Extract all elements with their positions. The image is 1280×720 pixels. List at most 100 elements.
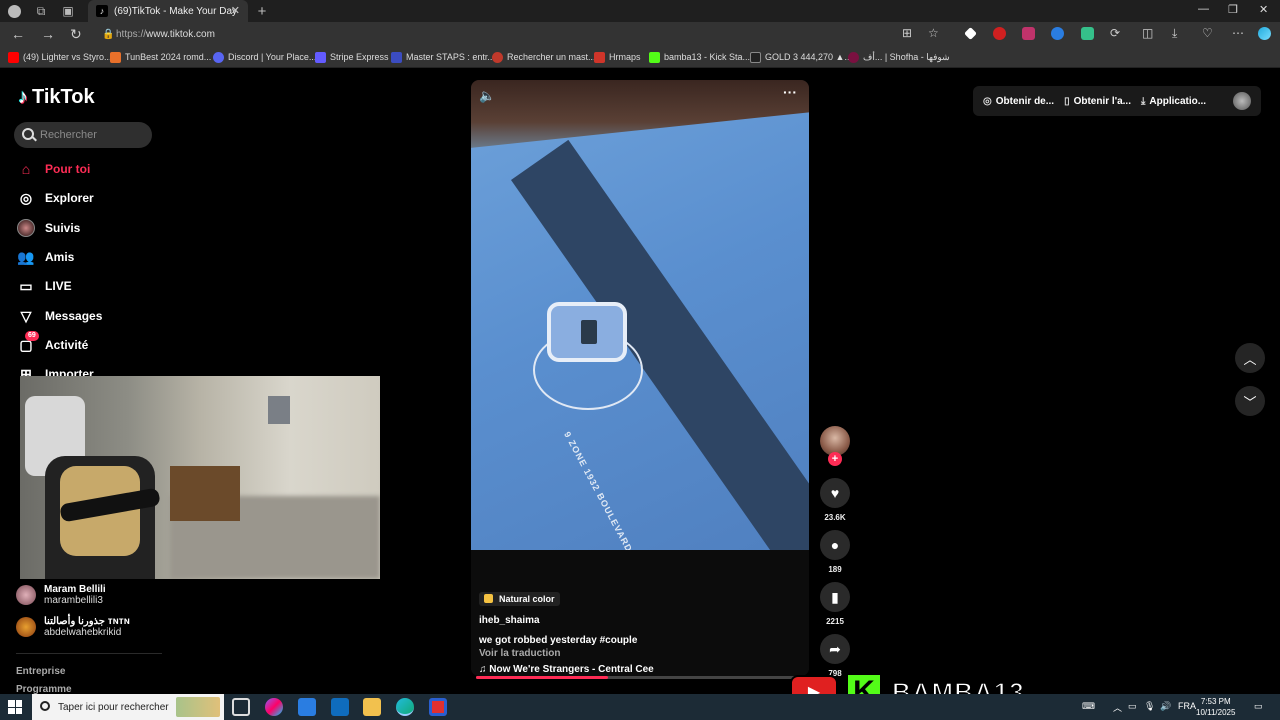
extension-pink-icon[interactable] (1022, 27, 1035, 40)
reload-icon[interactable]: ↻ (70, 26, 82, 43)
bookmark-item[interactable]: TunBest 2024 romd... (110, 50, 211, 64)
outlook-icon[interactable] (331, 698, 349, 716)
restore-icon[interactable]: ❐ (1228, 3, 1238, 16)
clock[interactable]: 7:53 PM 10/11/2025 (1196, 696, 1235, 718)
copilot-icon[interactable] (1258, 27, 1271, 40)
previous-video-button[interactable]: ︿ (1235, 343, 1265, 373)
following-account[interactable]: Maram Bellili marambellili3 (16, 581, 106, 609)
bookmark-icon: ▮ (820, 582, 850, 612)
notifications-icon[interactable]: ▭ (1254, 701, 1263, 712)
search-input[interactable]: Rechercher (14, 122, 152, 148)
comment-button[interactable]: ● 189 (820, 530, 850, 574)
sidebar-item-label: Messages (45, 309, 103, 323)
sidebar-item-friends[interactable]: 👥 Amis (16, 246, 176, 268)
chevron-down-icon: ﹀ (1243, 394, 1257, 410)
extension-blue-icon[interactable] (1051, 27, 1064, 40)
video-music[interactable]: ♫ Now We're Strangers - Central Cee (479, 664, 799, 675)
bookmark-item[interactable]: (49) Lighter vs Styro... (8, 50, 112, 64)
copilot-taskbar-icon[interactable] (265, 698, 283, 716)
split-screen-icon[interactable]: ◫ (1142, 26, 1153, 40)
effect-icon (484, 594, 493, 603)
microphone-icon[interactable]: 🎙 (1144, 701, 1155, 712)
tab-tiktok[interactable]: ♪ (69)TikTok - Make Your Day ✕ (88, 0, 248, 22)
tiktok-note-icon: ♪ (18, 86, 28, 108)
sidebar-item-explore[interactable]: ◎ Explorer (16, 187, 176, 209)
browser-essentials-icon[interactable]: ♡ (1202, 26, 1213, 40)
file-explorer-icon[interactable] (363, 698, 381, 716)
bookmark-item[interactable]: Hrmaps (594, 50, 641, 64)
sidebar-item-for-you[interactable]: ⌂ Pour toi (16, 158, 176, 180)
save-button[interactable]: ▮ 2215 (820, 582, 850, 626)
extension-diamond-icon[interactable] (964, 27, 977, 40)
volume-tray-icon[interactable]: 🔊 (1160, 701, 1171, 712)
bookmark-item[interactable]: Stripe Express (315, 50, 389, 64)
taskbar-search-input[interactable]: Taper ici pour rechercher (32, 694, 224, 720)
avatar (16, 585, 36, 605)
refresh-extension-icon[interactable]: ⟳ (1110, 26, 1120, 40)
sidebar-item-following[interactable]: Suivis (16, 217, 176, 239)
extension-red-icon[interactable] (993, 27, 1006, 40)
close-tab-icon[interactable]: ✕ (231, 4, 240, 17)
bookmark-label: bamba13 - Kick Sta... (664, 52, 751, 62)
get-app-button[interactable]: ▯ Obtenir l'a... (1064, 96, 1131, 107)
url-field[interactable]: 🔒 https://www.tiktok.com (100, 25, 880, 43)
tiktok-page: ♪ TikTok Rechercher ⌂ Pour toi ◎ Explorer S… (0, 68, 1280, 695)
effect-tag[interactable]: Natural color (479, 591, 560, 606)
minimize-icon[interactable]: — (1198, 3, 1209, 15)
inbox-icon: ▢ 69 (16, 331, 39, 355)
profile-avatar[interactable] (1233, 92, 1251, 110)
sidebar-item-label: Amis (45, 250, 75, 264)
next-video-button[interactable]: ﹀ (1235, 386, 1265, 416)
coin-icon: ◎ (983, 95, 992, 107)
favorite-star-icon[interactable]: ☆ (928, 26, 939, 40)
tiktok-logo[interactable]: ♪ TikTok (18, 86, 95, 109)
network-icon[interactable]: ▭ (1128, 701, 1137, 712)
keyboard-icon[interactable]: ⌨ (1082, 701, 1095, 712)
store-icon[interactable] (298, 698, 316, 716)
forward-icon[interactable]: → (41, 26, 55, 42)
extension-green-icon[interactable] (1081, 27, 1094, 40)
close-window-icon[interactable]: ✕ (1259, 3, 1268, 16)
more-options-icon[interactable]: ··· (783, 84, 797, 100)
like-button[interactable]: ♥ 23.6K (820, 478, 850, 522)
windows-start-icon[interactable] (8, 700, 22, 714)
following-account[interactable]: جذورنا وأصالتنا ᴛɴᴛɴ abdelwahebkrikid (16, 613, 130, 641)
volume-icon[interactable]: 🔈 (479, 88, 495, 104)
search-icon (22, 128, 34, 140)
downloads-icon[interactable]: ⤓ (1172, 26, 1177, 41)
edge-icon[interactable] (396, 698, 414, 716)
task-view-icon[interactable] (232, 698, 250, 716)
following-avatar (16, 218, 36, 238)
bookmark-item[interactable]: bamba13 - Kick Sta... (649, 50, 750, 64)
bookmark-item[interactable]: GOLD 3 444,270 ▲... (750, 50, 852, 64)
settings-more-icon[interactable]: ⋯ (1232, 26, 1244, 40)
show-hidden-icons[interactable]: ︿ (1113, 701, 1122, 714)
language-indicator[interactable]: FRA (1178, 701, 1196, 711)
new-tab-icon[interactable]: + (254, 3, 270, 20)
profile-icon[interactable] (6, 3, 22, 19)
app-icon[interactable] (429, 698, 447, 716)
see-translation-link[interactable]: Voir la traduction (479, 648, 799, 659)
workspaces-icon[interactable]: ⧉ (33, 3, 49, 19)
bookmark-item[interactable]: أف... | Shofha - شوفها (848, 50, 950, 64)
footer-link-business[interactable]: Entreprise (16, 666, 65, 677)
video-player[interactable]: 9 ZONE 1932 BOULEVARD 🔈 ··· (471, 80, 809, 676)
follow-plus-icon[interactable]: + (828, 452, 842, 466)
bookmark-item[interactable]: Discord | Your Place... (213, 50, 316, 64)
video-progress-bar[interactable] (476, 676, 806, 679)
sidebar-item-live[interactable]: ▭ LIVE (16, 275, 176, 297)
app-available-icon[interactable]: ⊞ (902, 26, 912, 40)
windows-taskbar: Taper ici pour rechercher ⌨ ︿ ▭ 🎙 🔊 FRA … (0, 694, 1280, 720)
tab-actions-icon[interactable]: ▣ (60, 3, 76, 19)
bookmark-favicon-icon (492, 51, 503, 63)
sidebar-item-activity[interactable]: ▢ 69 Activité (16, 331, 176, 356)
bookmark-item[interactable]: Rechercher un mast... (492, 50, 596, 64)
back-icon[interactable]: ← (11, 26, 25, 42)
sidebar-item-messages[interactable]: ▽ Messages (16, 305, 176, 327)
video-username[interactable]: iheb_shaima (479, 615, 799, 626)
webcam-overlay (20, 376, 380, 579)
bookmark-item[interactable]: Master STAPS : entr... (391, 50, 495, 64)
sidebar-item-label: Explorer (45, 191, 94, 205)
get-coins-button[interactable]: ◎ Obtenir de... (983, 96, 1054, 107)
desktop-app-button[interactable]: ⤓ Applicatio... (1141, 96, 1206, 107)
